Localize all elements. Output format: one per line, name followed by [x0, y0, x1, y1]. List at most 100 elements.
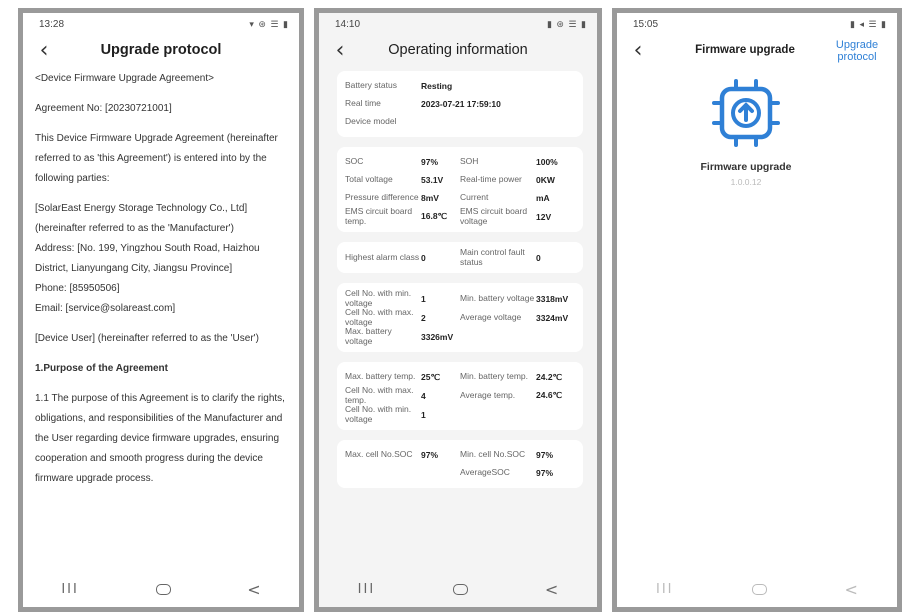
back-icon[interactable]: ‹	[329, 38, 351, 63]
page-title: Firmware upgrade	[695, 44, 795, 56]
info-value: 100%	[536, 157, 558, 167]
app-header: ‹ Upgrade protocol	[23, 35, 299, 65]
status-bar: 15:05 ▮ ◂ ☰ ▮	[617, 13, 897, 35]
info-label: Highest alarm class	[345, 251, 420, 262]
info-label: Cell No. with min. voltage	[345, 288, 412, 308]
info-label: Real-time power	[460, 174, 522, 185]
info-label: Main control fault status	[460, 247, 525, 267]
protocol-paragraph: 1.1 The purpose of this Agreement is to …	[35, 393, 285, 484]
upgrade-protocol-screen: 13:28 ▾ ⊛ ☰ ▮ ‹ Upgrade protocol <Device…	[18, 8, 304, 612]
info-value: 8mV	[421, 193, 439, 203]
app-header: ‹ Firmware upgrade Upgrade protocol	[617, 35, 897, 65]
info-value: 3326mV	[421, 331, 454, 342]
app-header: ‹ Operating information	[319, 35, 597, 65]
info-value: 24.2℃	[536, 371, 563, 382]
status-time: 14:10	[335, 18, 361, 30]
page-title: Upgrade protocol	[100, 42, 222, 58]
recent-apps-button[interactable]: III	[358, 582, 376, 597]
info-value: 25℃	[421, 371, 441, 382]
info-value: 97%	[536, 450, 554, 460]
info-label: Real time	[345, 98, 381, 109]
info-label: Max. cell No.SOC	[345, 449, 413, 460]
info-label: AverageSOC	[460, 467, 510, 478]
info-value: mA	[536, 193, 550, 203]
info-value: 12V	[536, 211, 552, 222]
info-label: Battery status	[345, 80, 397, 91]
firmware-upgrade-screen: 15:05 ▮ ◂ ☰ ▮ ‹ Firmware upgrade Upgrade…	[612, 8, 902, 612]
back-icon[interactable]: ‹	[33, 38, 55, 63]
info-value: 97%	[536, 468, 554, 478]
protocol-paragraph: Agreement No: [20230721001]	[35, 103, 172, 114]
info-value: Resting	[421, 81, 453, 91]
info-label: Average voltage	[460, 311, 522, 322]
info-label: Min. battery temp.	[460, 371, 529, 382]
nav-back-button[interactable]: <	[845, 580, 858, 599]
status-icons: ▮ ⊛ ☰ ▮	[546, 18, 587, 29]
info-label: Pressure difference	[345, 192, 419, 203]
section-heading: 1.Purpose of the Agreement	[35, 363, 168, 374]
nav-back-button[interactable]: <	[247, 580, 260, 599]
info-card-voltage: Cell No. with min. voltage 1 Min. battery…	[337, 283, 583, 352]
info-label: Total voltage	[345, 174, 393, 185]
home-button[interactable]	[452, 583, 468, 595]
protocol-paragraph: Phone: [85950506]	[35, 283, 120, 294]
info-value: 0KW	[536, 175, 555, 185]
system-nav-bar: III <	[617, 571, 897, 607]
system-nav-bar: III <	[23, 571, 299, 607]
protocol-paragraph: This Device Firmware Upgrade Agreement (…	[35, 133, 278, 184]
firmware-panel: Firmware upgrade 1.0.0.12	[617, 65, 897, 187]
info-value: 16.8℃	[421, 211, 448, 221]
status-bar: 13:28 ▾ ⊛ ☰ ▮	[23, 13, 299, 35]
protocol-paragraph: [SolarEast Energy Storage Technology Co.…	[35, 203, 248, 234]
info-value: 3324mV	[536, 312, 569, 323]
firmware-label: Firmware upgrade	[700, 161, 792, 173]
info-label: Average temp.	[460, 389, 516, 400]
protocol-paragraph: <Device Firmware Upgrade Agreement>	[35, 73, 214, 84]
system-nav-bar: III <	[319, 571, 597, 607]
info-value: 3318mV	[536, 293, 569, 304]
info-label: Max. battery voltage	[345, 326, 392, 346]
info-value: 2023-07-21 17:59:10	[421, 99, 501, 109]
info-label: Cell No. with min. voltage	[345, 404, 412, 424]
info-label: SOH	[460, 156, 479, 167]
info-value: 1	[421, 409, 426, 420]
info-card-status: Battery status Resting Real time 2023-07-2…	[337, 71, 583, 137]
page-title: Operating information	[388, 42, 528, 58]
status-bar: 14:10 ▮ ⊛ ☰ ▮	[319, 13, 597, 35]
back-icon[interactable]: ‹	[627, 38, 649, 63]
info-value: 0	[421, 252, 426, 263]
protocol-text: <Device Firmware Upgrade Agreement> Agre…	[23, 65, 299, 489]
info-label: Cell No. with max. temp.	[345, 385, 414, 405]
chip-upload-icon[interactable]	[706, 73, 786, 153]
info-label: Min. battery voltage	[460, 292, 535, 303]
info-card-battery: SOC 97% SOH 100% Total voltage 53.1V Real-t…	[337, 147, 583, 232]
info-value: 0	[536, 252, 541, 263]
operating-information-screen: 14:10 ▮ ⊛ ☰ ▮ ‹ Operating information Ba…	[314, 8, 602, 612]
info-value: 2	[421, 312, 426, 323]
info-cards[interactable]: Battery status Resting Real time 2023-07-2…	[319, 65, 597, 488]
info-value: 4	[421, 390, 426, 401]
info-label: Max. battery temp.	[345, 371, 416, 382]
nav-back-button[interactable]: <	[545, 580, 558, 599]
protocol-paragraph: Address: [No. 199, Yingzhou South Road, …	[35, 243, 260, 274]
status-icons: ▾ ⊛ ☰ ▮	[249, 18, 289, 29]
protocol-paragraph: [Device User] (hereinafter referred to a…	[35, 333, 259, 344]
info-card-alarm: Highest alarm class 0 Main control fault …	[337, 242, 583, 273]
info-card-temperature: Max. battery temp. 25℃ Min. battery temp.…	[337, 362, 583, 430]
info-label: Min. cell No.SOC	[460, 449, 526, 460]
info-value: 53.1V	[421, 175, 444, 185]
status-time: 15:05	[633, 18, 659, 30]
status-time: 13:28	[39, 18, 65, 30]
info-value: 97%	[421, 157, 439, 167]
recent-apps-button[interactable]: III	[656, 582, 674, 597]
home-button[interactable]	[155, 583, 171, 595]
protocol-paragraph: Email: [service@solareast.com]	[35, 303, 176, 314]
info-label: Device model	[345, 116, 397, 127]
recent-apps-button[interactable]: III	[61, 582, 79, 597]
info-label: Current	[460, 192, 489, 203]
info-card-soc: Max. cell No.SOC 97% Min. cell No.SOC 97% …	[337, 440, 583, 488]
upgrade-protocol-link[interactable]: Upgrade protocol	[831, 39, 883, 63]
info-value: 24.6℃	[536, 390, 563, 400]
home-button[interactable]	[751, 583, 767, 595]
info-value: 1	[421, 293, 426, 304]
